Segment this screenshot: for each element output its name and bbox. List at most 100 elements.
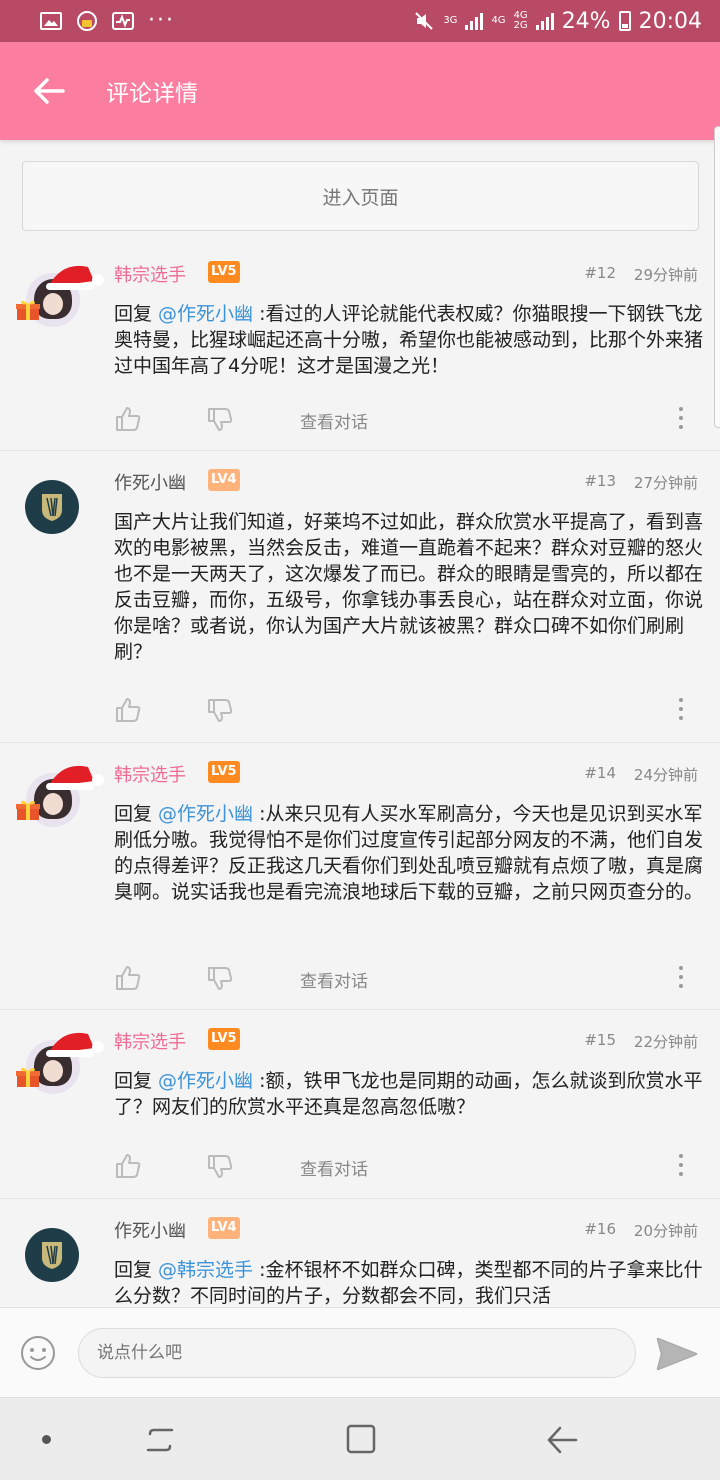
more-options-icon[interactable] [678,966,684,992]
activity-notification-icon [112,12,134,30]
clock: 20:04 [638,8,702,34]
thumbs-up-icon[interactable] [114,964,142,992]
comment-actions: 查看对话 [114,964,704,996]
more-options-icon[interactable] [678,1154,684,1180]
page-title: 评论详情 [106,81,198,107]
comment-item: 韩宗选手 LV5 #12 29分钟前 回复 @作死小幽 :看过的人评论就能代表权… [0,243,720,451]
more-notifications-icon: ··· [148,8,175,33]
comment-actions: 查看对话 [114,405,704,437]
signal-1-icon [465,12,484,30]
avatar[interactable] [16,1032,104,1116]
santa-hat-icon [46,765,104,790]
comment-text: 回复 @韩宗选手 :金杯银杯不如群众口碑，类型都不同的片子拿来比什么分数？不同时… [114,1257,704,1307]
arrow-left-icon [34,78,65,104]
comment-item: 韩宗选手 LV5 #15 22分钟前 回复 @作死小幽 :额，铁甲飞龙也是同期的… [0,1010,720,1199]
mention-link[interactable]: @作死小幽 [158,803,253,825]
comment-text: 回复 @作死小幽 :看过的人评论就能代表权威？你猫眼搜一下钢铁飞龙奥特曼，比猩球… [114,301,704,379]
network-2g-label: 2G [513,20,528,31]
back-button[interactable] [0,42,98,140]
avatar-image [25,1228,79,1282]
comment-input[interactable] [78,1328,636,1378]
comment-floor: #14 [584,764,616,782]
comment-author[interactable]: 韩宗选手 [114,761,186,787]
battery-icon [618,11,631,31]
battery-percent: 24% [561,8,611,34]
thumbs-up-icon[interactable] [114,405,142,433]
santa-hat-icon [46,265,104,290]
network-4g2g-label: 4G 2G [514,11,528,31]
recent-apps-icon[interactable] [142,1422,178,1458]
comment-author[interactable]: 作死小幽 [114,1217,186,1243]
view-conversation-link[interactable]: 查看对话 [300,967,368,992]
reply-prefix: 回复 [114,803,159,825]
view-conversation-link[interactable]: 查看对话 [300,408,368,433]
network-4g-label: 4G [491,15,506,26]
status-bar: ··· 3G 4G 4G 2G 24% 20:04 [0,0,720,42]
thumbs-down-icon[interactable] [206,405,234,433]
comment-item: 作死小幽 LV4 #16 20分钟前 回复 @韩宗选手 :金杯银杯不如群众口碑，… [0,1199,720,1307]
view-conversation-link[interactable]: 查看对话 [300,1155,368,1180]
level-badge: LV5 [208,261,240,283]
level-badge: LV5 [208,761,240,783]
mute-icon [413,12,435,30]
comment-author[interactable]: 韩宗选手 [114,261,186,287]
mention-link[interactable]: @作死小幽 [158,1070,253,1092]
enter-page-button[interactable]: 进入页面 [22,161,699,231]
comment-actions: 查看对话 [114,1152,704,1184]
comment-floor: #13 [584,472,616,490]
comment-text: 回复 @作死小幽 :从来只见有人买水军刷高分，今天也是见识到买水军刷低分嗷。我觉… [114,801,704,905]
comment-item: 作死小幽 LV4 #13 27分钟前 国产大片让我们知道，好莱坞不过如此，群众欣… [0,451,720,743]
comment-time: 24分钟前 [633,766,698,784]
thumbs-up-icon[interactable] [114,696,142,724]
comment-author[interactable]: 韩宗选手 [114,1028,186,1054]
level-badge: LV4 [208,1217,240,1239]
comment-time: 27分钟前 [633,474,698,492]
status-left: ··· [40,10,175,32]
avatar[interactable] [22,477,102,557]
comment-author[interactable]: 作死小幽 [114,469,186,495]
nav-dot-icon[interactable] [42,1435,51,1444]
comment-time: 29分钟前 [633,266,698,284]
thumbs-down-icon[interactable] [206,1152,234,1180]
gallery-notification-icon [40,12,62,30]
nav-back-icon[interactable] [544,1422,580,1458]
mention-link[interactable]: @韩宗选手 [158,1259,253,1281]
status-right: 3G 4G 4G 2G 24% 20:04 [413,9,702,34]
comment-input-bar [0,1307,720,1397]
comment-time: 22分钟前 [633,1033,698,1051]
comment-floor: #12 [584,264,616,282]
more-options-icon[interactable] [678,698,684,724]
system-navigation-bar [0,1397,720,1480]
comment-actions [114,696,704,728]
thumbs-up-icon[interactable] [114,1152,142,1180]
comment-floor: #15 [584,1031,616,1049]
signal-2-icon [535,12,554,30]
more-options-icon[interactable] [678,407,684,433]
comment-time: 20分钟前 [633,1222,698,1240]
comment-item: 韩宗选手 LV5 #14 24分钟前 回复 @作死小幽 :从来只见有人买水军刷高… [0,743,720,1010]
gift-icon [16,300,40,320]
mention-link[interactable]: @作死小幽 [158,303,253,325]
app-bar: 评论详情 [0,42,720,140]
comment-text: 回复 @作死小幽 :额，铁甲飞龙也是同期的动画，怎么就谈到欣赏水平了？网友们的欣… [114,1068,704,1120]
comment-floor: #16 [584,1220,616,1238]
level-badge: LV4 [208,469,240,491]
emoji-button[interactable] [20,1335,56,1371]
thumbs-down-icon[interactable] [206,964,234,992]
comment-text: 国产大片让我们知道，好莱坞不过如此，群众欣赏水平提高了，看到喜欢的电影被黑，当然… [114,511,704,663]
gift-icon [16,1067,40,1087]
network-3g-label: 3G [443,15,458,26]
reply-prefix: 回复 [114,1070,159,1092]
santa-hat-icon [46,1032,104,1057]
avatar[interactable] [16,265,104,349]
avatar[interactable] [22,1225,102,1305]
send-button[interactable] [656,1336,698,1372]
wings-emblem-icon [42,1242,62,1269]
reply-prefix: 回复 [114,303,159,325]
home-icon[interactable] [344,1422,378,1456]
avatar-image [25,480,79,534]
level-badge: LV5 [208,1028,240,1050]
thumbs-down-icon[interactable] [206,696,234,724]
gift-icon [16,800,40,820]
avatar[interactable] [16,765,104,849]
